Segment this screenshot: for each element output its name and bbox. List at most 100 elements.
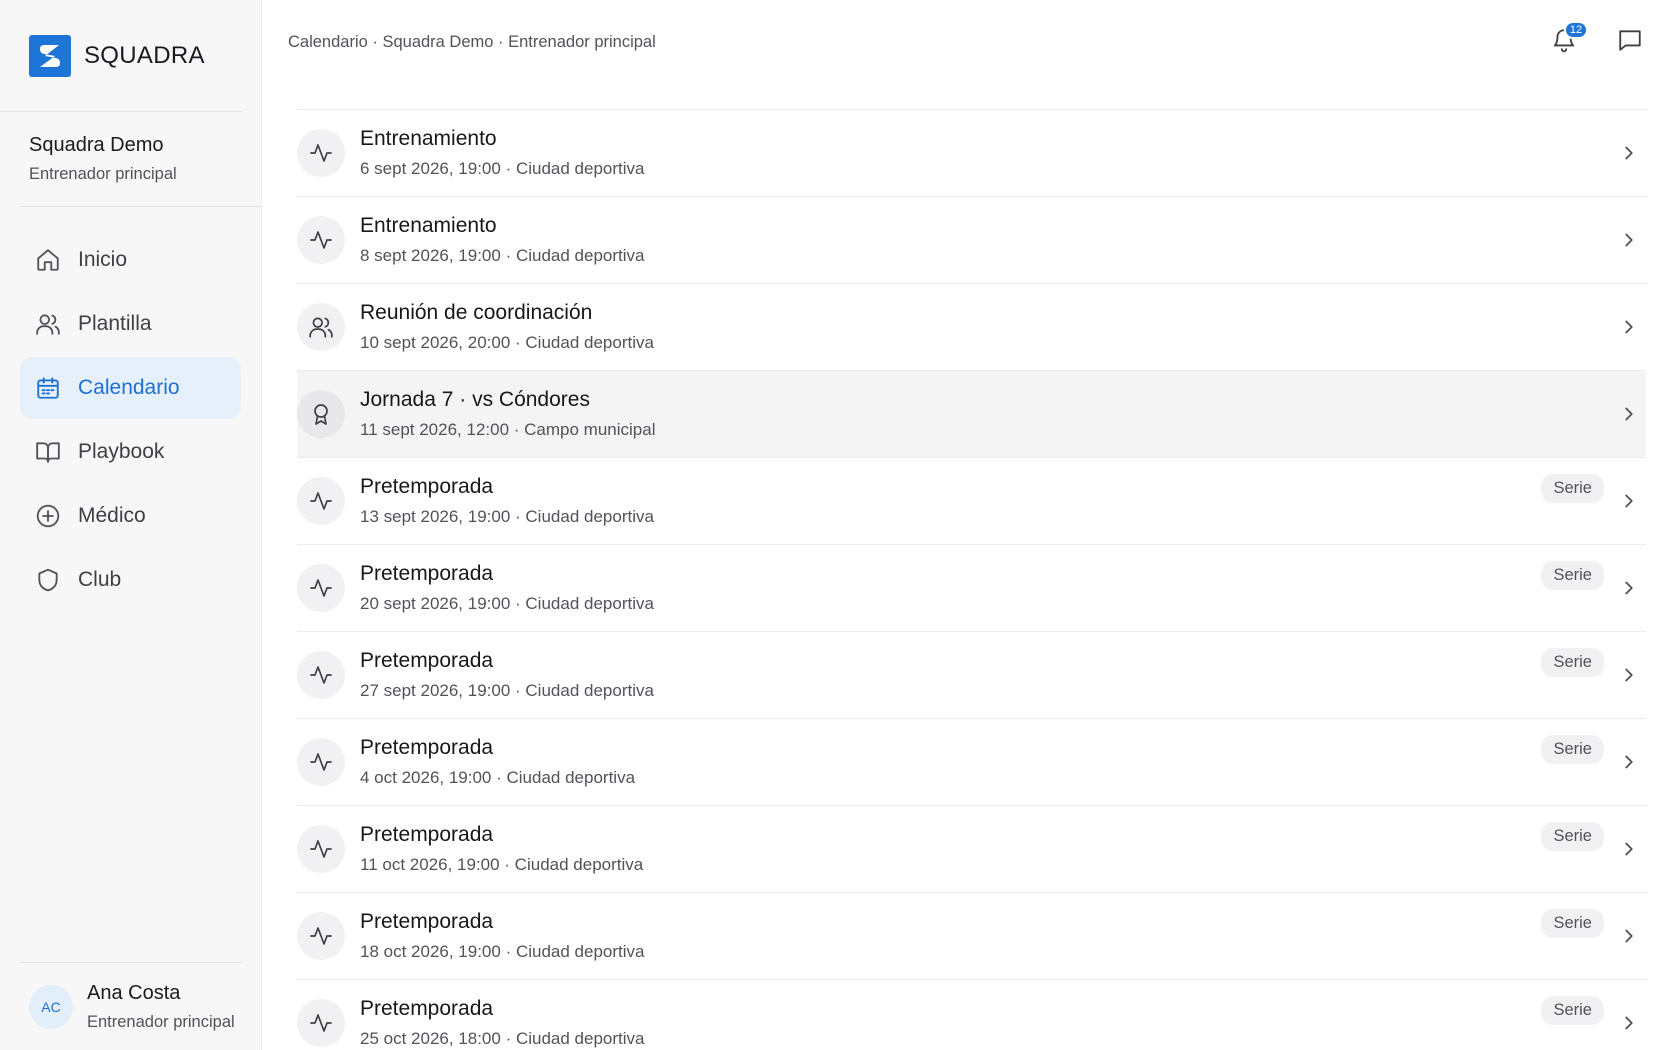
event-row[interactable]: Pretemporada 18 oct 2026, 19:00 · Ciudad … — [297, 893, 1646, 980]
team-name: Squadra Demo — [29, 134, 164, 156]
series-badge: Serie — [1541, 648, 1604, 677]
series-badge: Serie — [1541, 561, 1604, 590]
event-row[interactable]: Pretemporada 11 oct 2026, 19:00 · Ciudad … — [297, 806, 1646, 893]
nav-item-plantilla[interactable]: Plantilla — [20, 293, 241, 355]
event-subtitle: 18 oct 2026, 19:00 · Ciudad deportiva — [360, 942, 645, 961]
breadcrumb: Calendario · Squadra Demo · Entrenador p… — [288, 33, 656, 51]
chevron-right-icon — [1616, 662, 1642, 688]
event-row[interactable]: Entrenamiento 6 sept 2026, 19:00 · Ciudad… — [297, 110, 1646, 197]
activity-icon — [297, 129, 345, 177]
nav-label: Plantilla — [78, 312, 152, 335]
chevron-right-icon — [1616, 836, 1642, 862]
team-info: Squadra Demo Entrenador principal — [20, 112, 262, 207]
avatar: AC — [29, 984, 73, 1029]
topbar: Calendario · Squadra Demo · Entrenador p… — [262, 0, 1680, 86]
activity-icon — [297, 477, 345, 525]
event-title: Pretemporada — [360, 997, 494, 1020]
event-title: Entrenamiento — [360, 214, 497, 237]
event-subtitle: 6 sept 2026, 19:00 · Ciudad deportiva — [360, 159, 645, 178]
event-subtitle: 20 sept 2026, 19:00 · Ciudad deportiva — [360, 594, 654, 613]
notification-badge: 12 — [1564, 21, 1588, 39]
brand-name: SQUADRA — [84, 41, 205, 69]
chevron-right-icon — [1616, 140, 1642, 166]
user-name: Ana Costa — [87, 981, 181, 1004]
event-row[interactable]: Pretemporada 27 sept 2026, 19:00 · Ciudad… — [297, 632, 1646, 719]
event-subtitle: 8 sept 2026, 19:00 · Ciudad deportiva — [360, 246, 645, 265]
nav-item-medico[interactable]: Médico — [20, 485, 241, 547]
user-role: Entrenador principal — [87, 1012, 235, 1031]
activity-icon — [297, 825, 345, 873]
chevron-right-icon — [1616, 401, 1642, 427]
activity-icon — [297, 999, 345, 1047]
activity-icon — [297, 216, 345, 264]
main-nav: Inicio Plantilla Calendario Playbook Méd… — [0, 207, 261, 611]
book-icon — [34, 438, 62, 466]
event-subtitle: 10 sept 2026, 20:00 · Ciudad deportiva — [360, 333, 654, 352]
event-row[interactable]: Jornada 7 · vs Cóndores 11 sept 2026, 12:… — [297, 371, 1646, 458]
activity-icon — [297, 738, 345, 786]
brand[interactable]: SQUADRA — [0, 0, 242, 112]
series-badge: Serie — [1541, 822, 1604, 851]
series-badge: Serie — [1541, 474, 1604, 503]
users-icon — [34, 310, 62, 338]
team-role: Entrenador principal — [29, 165, 177, 183]
activity-icon — [297, 564, 345, 612]
series-badge: Serie — [1541, 735, 1604, 764]
event-subtitle: 4 oct 2026, 19:00 · Ciudad deportiva — [360, 768, 636, 787]
nav-item-club[interactable]: Club — [20, 549, 241, 611]
event-title: Pretemporada — [360, 475, 494, 498]
message-square-icon — [1617, 27, 1643, 58]
chevron-right-icon — [1616, 1010, 1642, 1036]
nav-label: Inicio — [78, 248, 128, 271]
event-subtitle: 11 sept 2026, 12:00 · Campo municipal — [360, 420, 656, 439]
users-icon — [297, 303, 345, 351]
event-row[interactable]: Entrenamiento 8 sept 2026, 19:00 · Ciudad… — [297, 197, 1646, 284]
nav-label: Playbook — [78, 440, 165, 463]
home-icon — [34, 246, 62, 274]
event-subtitle: 13 sept 2026, 19:00 · Ciudad deportiva — [360, 507, 654, 526]
event-row[interactable]: Reunión de coordinación 10 sept 2026, 20:… — [297, 284, 1646, 371]
events-list: Entrenamiento 6 sept 2026, 19:00 · Ciudad… — [297, 109, 1646, 1050]
chevron-right-icon — [1616, 488, 1642, 514]
event-title: Entrenamiento — [360, 127, 497, 150]
plus-circle-icon — [34, 502, 62, 530]
event-row[interactable]: Pretemporada 25 oct 2026, 18:00 · Ciudad … — [297, 980, 1646, 1050]
event-row[interactable]: Pretemporada 20 sept 2026, 19:00 · Ciudad… — [297, 545, 1646, 632]
event-row[interactable]: Pretemporada 4 oct 2026, 19:00 · Ciudad d… — [297, 719, 1646, 806]
nav-label: Médico — [78, 504, 146, 527]
nav-item-calendario[interactable]: Calendario — [20, 357, 241, 419]
event-row[interactable]: Pretemporada 13 sept 2026, 19:00 · Ciudad… — [297, 458, 1646, 545]
nav-label: Calendario — [78, 376, 180, 399]
event-title: Reunión de coordinación — [360, 301, 593, 324]
chevron-right-icon — [1616, 923, 1642, 949]
event-subtitle: 11 oct 2026, 19:00 · Ciudad deportiva — [360, 855, 644, 874]
award-icon — [297, 390, 345, 438]
nav-label: Club — [78, 568, 122, 591]
squadra-logo-icon — [29, 34, 71, 77]
chevron-right-icon — [1616, 749, 1642, 775]
event-title: Pretemporada — [360, 823, 494, 846]
activity-icon — [297, 912, 345, 960]
event-title: Pretemporada — [360, 649, 494, 672]
shield-icon — [34, 566, 62, 594]
activity-icon — [297, 651, 345, 699]
messages-button[interactable] — [1612, 22, 1648, 62]
event-subtitle: 27 sept 2026, 19:00 · Ciudad deportiva — [360, 681, 654, 700]
series-badge: Serie — [1541, 996, 1604, 1025]
event-title: Pretemporada — [360, 910, 494, 933]
nav-item-playbook[interactable]: Playbook — [20, 421, 241, 483]
event-title: Jornada 7 · vs Cóndores — [360, 388, 590, 411]
event-subtitle: 25 oct 2026, 18:00 · Ciudad deportiva — [360, 1029, 645, 1048]
chevron-right-icon — [1616, 227, 1642, 253]
notifications-button[interactable]: 12 — [1546, 21, 1588, 62]
event-title: Pretemporada — [360, 562, 494, 585]
series-badge: Serie — [1541, 909, 1604, 938]
chevron-right-icon — [1616, 314, 1642, 340]
chevron-right-icon — [1616, 575, 1642, 601]
user-profile[interactable]: AC Ana Costa Entrenador principal — [20, 962, 242, 1050]
sidebar: SQUADRA Squadra Demo Entrenador principa… — [0, 0, 262, 1050]
calendar-icon — [34, 374, 62, 402]
main-content: Calendario · Squadra Demo · Entrenador p… — [262, 0, 1680, 1050]
event-title: Pretemporada — [360, 736, 494, 759]
nav-item-inicio[interactable]: Inicio — [20, 229, 241, 291]
